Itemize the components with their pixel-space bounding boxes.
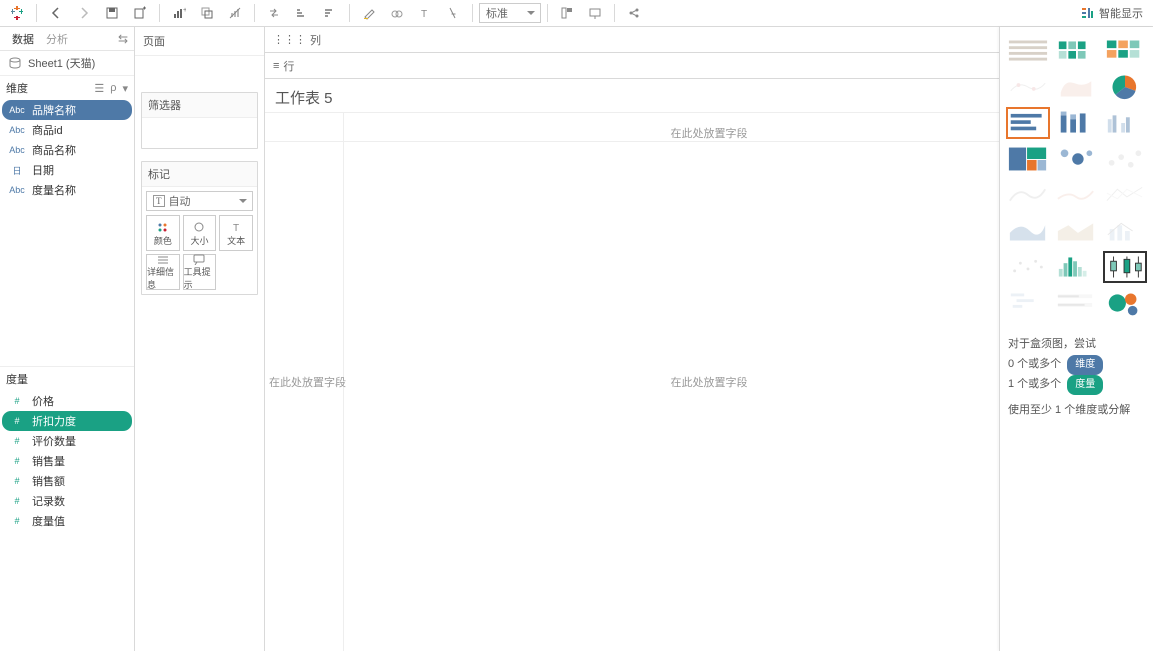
showme-side-circle[interactable] bbox=[1103, 143, 1147, 175]
measure-field[interactable]: #折扣力度 bbox=[2, 411, 132, 431]
highlight-button[interactable] bbox=[356, 2, 382, 24]
showme-area-cont[interactable] bbox=[1006, 215, 1050, 247]
share-button[interactable] bbox=[621, 2, 647, 24]
pages-card-title: 页面 bbox=[135, 27, 264, 56]
showme-text-table[interactable] bbox=[1006, 35, 1050, 67]
showme-gantt[interactable] bbox=[1006, 287, 1050, 319]
dropdown-icon[interactable]: ▾ bbox=[122, 82, 128, 95]
mark-size-button[interactable]: 大小 bbox=[183, 215, 217, 251]
data-pane: 数据 分析 ⇆ Sheet1 (天猫) 维度 ☰ρ▾ Abc品牌名称Abc商品i… bbox=[0, 27, 135, 651]
showme-hbar[interactable] bbox=[1006, 107, 1050, 139]
filters-card: 筛选器 bbox=[141, 92, 258, 149]
measure-field[interactable]: #销售量 bbox=[2, 451, 132, 471]
back-button[interactable] bbox=[43, 2, 69, 24]
swap-button[interactable] bbox=[261, 2, 287, 24]
pill-dimension: 维度 bbox=[1067, 355, 1103, 375]
showme-dual-line[interactable] bbox=[1103, 179, 1147, 211]
showme-pie[interactable] bbox=[1103, 71, 1147, 103]
tab-data[interactable]: 数据 bbox=[6, 31, 40, 47]
measure-field[interactable]: #度量值 bbox=[2, 511, 132, 531]
fit-select[interactable]: 标准 bbox=[479, 3, 541, 23]
mark-text-button[interactable]: T文本 bbox=[219, 215, 253, 251]
showme-histogram[interactable] bbox=[1054, 251, 1098, 283]
measures-header: 度量 bbox=[0, 366, 134, 389]
measure-field[interactable]: #销售额 bbox=[2, 471, 132, 491]
showme-side-bar[interactable] bbox=[1103, 107, 1147, 139]
showme-line-disc[interactable] bbox=[1054, 179, 1098, 211]
pill-measure: 度量 bbox=[1067, 375, 1103, 395]
clear-button[interactable] bbox=[222, 2, 248, 24]
marks-card: 标记 自动 颜色大小T文本详细信息工具提示 bbox=[141, 161, 258, 295]
tab-config-icon[interactable]: ⇆ bbox=[118, 32, 128, 46]
showme-packed-bubble[interactable] bbox=[1103, 287, 1147, 319]
format-button[interactable] bbox=[440, 2, 466, 24]
showme-filled-map[interactable] bbox=[1054, 71, 1098, 103]
sort-desc-button[interactable] bbox=[317, 2, 343, 24]
datasource-name: Sheet1 (天猫) bbox=[28, 55, 95, 71]
svg-text:+: + bbox=[183, 7, 186, 14]
drop-hint-rows: 在此处放置字段 bbox=[269, 374, 346, 390]
marks-type-select[interactable]: 自动 bbox=[146, 191, 253, 211]
cards-pane: 页面 筛选器 标记 自动 颜色大小T文本详细信息工具提示 bbox=[135, 27, 265, 651]
dimensions-header: 维度 ☰ρ▾ bbox=[0, 75, 134, 98]
drop-hint-center: 在此处放置字段 bbox=[671, 374, 748, 390]
mark-detail-button[interactable]: 详细信息 bbox=[146, 254, 180, 290]
duplicate-button[interactable] bbox=[194, 2, 220, 24]
drop-hint-columns: 在此处放置字段 bbox=[671, 125, 748, 141]
measure-field[interactable]: #价格 bbox=[2, 391, 132, 411]
sort-asc-button[interactable] bbox=[289, 2, 315, 24]
mark-color-button[interactable]: 颜色 bbox=[146, 215, 180, 251]
show-me-label: 智能显示 bbox=[1099, 5, 1143, 21]
marks-title: 标记 bbox=[142, 162, 257, 187]
show-me-panel: 对于盒须图，尝试 0 个或多个 维度 1 个或多个 度量 使用至少 1 个维度或… bbox=[999, 27, 1153, 651]
showme-box-plot[interactable] bbox=[1103, 251, 1147, 283]
showme-circle-view[interactable] bbox=[1054, 143, 1098, 175]
mark-tooltip-button[interactable]: 工具提示 bbox=[183, 254, 217, 290]
svg-text:T: T bbox=[421, 9, 427, 20]
presentation-button[interactable] bbox=[582, 2, 608, 24]
group-button[interactable] bbox=[384, 2, 410, 24]
tab-analytics[interactable]: 分析 bbox=[40, 31, 74, 47]
showme-scatter[interactable] bbox=[1006, 251, 1050, 283]
showme-line-cont[interactable] bbox=[1006, 179, 1050, 211]
dimension-field[interactable]: Abc商品名称 bbox=[2, 140, 132, 160]
dimension-field[interactable]: Abc商品id bbox=[2, 120, 132, 140]
svg-text:T: T bbox=[233, 223, 239, 233]
dimension-field[interactable]: 日日期 bbox=[2, 160, 132, 180]
showme-area-disc[interactable] bbox=[1054, 215, 1098, 247]
tableau-logo bbox=[8, 4, 26, 22]
show-me-toggle[interactable]: 智能显示 bbox=[1077, 3, 1147, 23]
dimension-field[interactable]: Abc度量名称 bbox=[2, 180, 132, 200]
show-cards-button[interactable] bbox=[554, 2, 580, 24]
showme-stacked-bar[interactable] bbox=[1054, 107, 1098, 139]
measure-field[interactable]: #记录数 bbox=[2, 491, 132, 511]
filters-shelf[interactable] bbox=[142, 118, 257, 148]
search-icon[interactable]: ρ bbox=[110, 82, 116, 95]
save-button[interactable] bbox=[99, 2, 125, 24]
showme-highlight-table[interactable] bbox=[1103, 35, 1147, 67]
rows-icon: ≡ bbox=[273, 60, 279, 72]
toolbar: + T 标准 智能显示 bbox=[0, 0, 1153, 27]
datasource-item[interactable]: Sheet1 (天猫) bbox=[0, 51, 134, 75]
showme-symbol-map[interactable] bbox=[1006, 71, 1050, 103]
forward-button[interactable] bbox=[71, 2, 97, 24]
new-worksheet-button[interactable]: + bbox=[166, 2, 192, 24]
filters-title: 筛选器 bbox=[142, 93, 257, 118]
showme-treemap[interactable] bbox=[1006, 143, 1050, 175]
showme-footer: 使用至少 1 个维度或分解 bbox=[1008, 401, 1145, 421]
fit-select-label: 标准 bbox=[486, 5, 508, 21]
dimension-field[interactable]: Abc品牌名称 bbox=[2, 100, 132, 120]
showme-hint-title: 对于盒须图，尝试 bbox=[1008, 335, 1145, 355]
view-list-icon[interactable]: ☰ bbox=[94, 82, 104, 95]
measure-field[interactable]: #评价数量 bbox=[2, 431, 132, 451]
showme-heat-map[interactable] bbox=[1054, 35, 1098, 67]
showme-dual-combo[interactable] bbox=[1103, 215, 1147, 247]
columns-icon: ⋮⋮⋮ bbox=[273, 33, 306, 46]
label-button[interactable]: T bbox=[412, 2, 438, 24]
new-data-button[interactable] bbox=[127, 2, 153, 24]
showme-bullet[interactable] bbox=[1054, 287, 1098, 319]
